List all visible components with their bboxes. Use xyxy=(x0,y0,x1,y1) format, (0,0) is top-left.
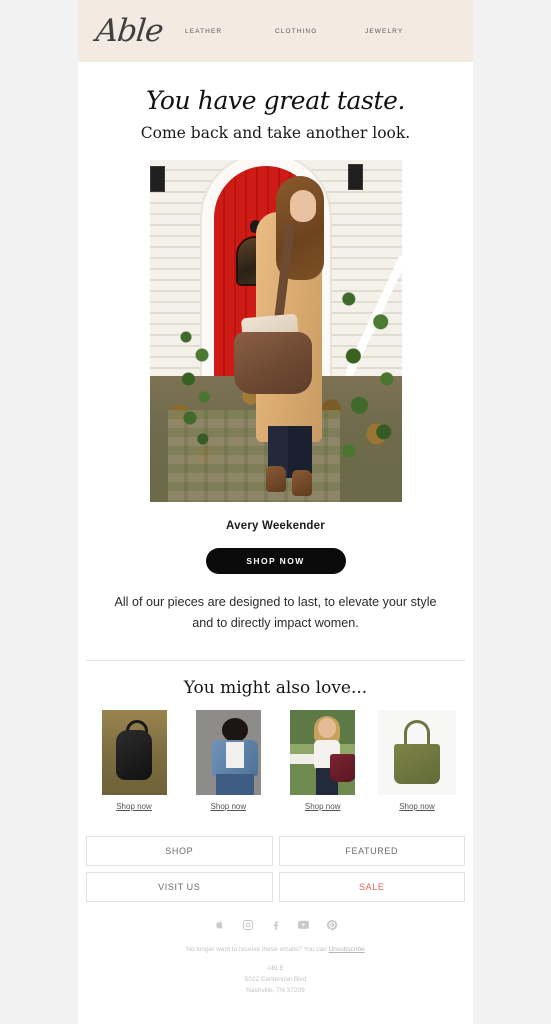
model-head xyxy=(221,717,248,742)
pinterest-icon[interactable] xyxy=(325,918,339,932)
featured-button[interactable]: FEATURED xyxy=(278,835,465,866)
email-body: Able LEATHER CLOTHING JEWELRY You have g… xyxy=(78,0,473,1024)
product-thumbnail-backpack[interactable] xyxy=(101,709,167,795)
weekender-bag xyxy=(233,332,312,394)
nav-item-jewelry[interactable]: JEWELRY xyxy=(365,28,455,35)
product-thumbnail-olive-tote[interactable] xyxy=(377,709,456,795)
hero-scene xyxy=(149,160,402,502)
ivy-left xyxy=(177,310,218,460)
social-links xyxy=(78,902,473,932)
page-subtitle: Come back and take another look. xyxy=(140,124,411,142)
company-address: ABLE 5022 Centennial Blvd Nashville, TN … xyxy=(78,963,473,1015)
right-lamp xyxy=(347,164,363,190)
tote-handle xyxy=(403,719,430,746)
list-item: Shop now xyxy=(377,709,456,814)
list-item: Shop now xyxy=(95,709,173,814)
facebook-icon[interactable] xyxy=(269,918,283,932)
youtube-icon[interactable] xyxy=(297,918,311,932)
company-street: 5022 Centennial Blvd xyxy=(244,975,307,983)
list-item: Shop now xyxy=(189,709,267,814)
sale-button[interactable]: SALE xyxy=(278,871,465,902)
model-jeans xyxy=(215,773,254,795)
instagram-icon[interactable] xyxy=(241,918,255,932)
model-boot-left xyxy=(265,466,286,492)
footer-link-grid: SHOP FEATURED VISIT US SALE xyxy=(78,814,473,902)
company-city-state-zip: Nashville, TN 37209 xyxy=(246,987,305,995)
model-shirt xyxy=(225,741,244,768)
recommendations-grid: Shop now Shop now Shop now Shop now xyxy=(78,698,473,814)
shop-now-link-4[interactable]: Shop now xyxy=(399,802,435,811)
ivy-right xyxy=(325,280,402,470)
burgundy-tote xyxy=(330,753,356,782)
section-divider xyxy=(86,659,465,661)
header-nav: LEATHER CLOTHING JEWELRY xyxy=(185,28,455,35)
page-title: You have great taste. xyxy=(145,86,406,115)
product-title: Avery Weekender xyxy=(226,520,325,532)
shop-now-link-1[interactable]: Shop now xyxy=(116,802,152,811)
hero-text-block: You have great taste. Come back and take… xyxy=(78,62,473,142)
company-name: ABLE xyxy=(267,964,284,972)
shop-now-link-2[interactable]: Shop now xyxy=(211,802,247,811)
nav-item-clothing[interactable]: CLOTHING xyxy=(275,28,365,35)
model-head xyxy=(318,717,337,738)
brand-logo[interactable]: Able xyxy=(94,13,187,49)
model-boot-right xyxy=(291,470,312,496)
hero-image[interactable] xyxy=(149,160,402,502)
model-face xyxy=(289,190,316,222)
product-thumbnail-burgundy-tote[interactable] xyxy=(290,709,356,795)
left-lamp xyxy=(149,166,165,192)
shop-now-button[interactable]: SHOP NOW xyxy=(205,548,346,574)
unsubscribe-link[interactable]: Unsubscribe xyxy=(329,946,365,953)
tote-body xyxy=(393,743,440,784)
recommendations-title: You might also love... xyxy=(183,677,368,698)
shop-button[interactable]: SHOP xyxy=(86,835,273,866)
product-thumbnail-denim-jacket[interactable] xyxy=(195,709,261,795)
nav-item-leather[interactable]: LEATHER xyxy=(185,28,275,35)
unsubscribe-text: No longer want to receive these emails? … xyxy=(186,945,329,953)
body-copy: All of our pieces are designed to last, … xyxy=(114,595,437,630)
visit-us-button[interactable]: VISIT US xyxy=(86,871,273,902)
unsubscribe-line: No longer want to receive these emails? … xyxy=(78,946,473,953)
apple-icon[interactable] xyxy=(213,918,227,932)
shop-now-link-3[interactable]: Shop now xyxy=(305,802,341,811)
email-header: Able LEATHER CLOTHING JEWELRY xyxy=(78,0,473,62)
list-item: Shop now xyxy=(284,709,362,814)
